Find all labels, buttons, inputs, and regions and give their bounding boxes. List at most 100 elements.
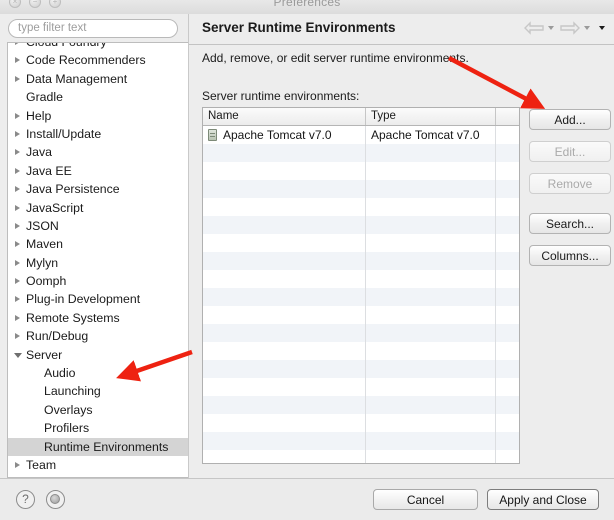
- sidebar-item-install-update[interactable]: Install/Update: [8, 125, 188, 143]
- chevron-right-icon[interactable]: [15, 76, 20, 82]
- cell-type: [366, 270, 496, 288]
- table-header-row: Name Type: [203, 108, 519, 126]
- cell-extra: [496, 414, 519, 432]
- sidebar-item-label: JavaScript: [14, 199, 83, 217]
- dialog-content: Cloud FoundryCode RecommendersData Manag…: [0, 14, 614, 478]
- sidebar-item-mylyn[interactable]: Mylyn: [8, 254, 188, 272]
- chevron-right-icon[interactable]: [15, 186, 20, 192]
- page-description: Add, remove, or edit server runtime envi…: [202, 51, 469, 65]
- sidebar-item-plug-in-development[interactable]: Plug-in Development: [8, 290, 188, 308]
- sidebar-item-help[interactable]: Help: [8, 107, 188, 125]
- back-history-chevron-down-icon[interactable]: [548, 26, 554, 30]
- preferences-tree[interactable]: Cloud FoundryCode RecommendersData Manag…: [7, 42, 188, 478]
- table-row[interactable]: Apache Tomcat v7.0Apache Tomcat v7.0: [203, 126, 519, 144]
- cell-type: [366, 306, 496, 324]
- cell-extra: [496, 324, 519, 342]
- sidebar-item-oomph[interactable]: Oomph: [8, 272, 188, 290]
- apply-and-close-button[interactable]: Apply and Close: [487, 489, 599, 510]
- sidebar-item-javascript[interactable]: JavaScript: [8, 199, 188, 217]
- chevron-right-icon[interactable]: [15, 168, 20, 174]
- chevron-right-icon[interactable]: [15, 223, 20, 229]
- column-header-extra[interactable]: [496, 108, 519, 125]
- sidebar-item-runtime-environments[interactable]: Runtime Environments: [8, 438, 188, 456]
- sidebar-item-profilers[interactable]: Profilers: [8, 419, 188, 437]
- sidebar-item-remote-systems[interactable]: Remote Systems: [8, 309, 188, 327]
- sidebar-item-launching[interactable]: Launching: [8, 382, 188, 400]
- preferences-sidebar: Cloud FoundryCode RecommendersData Manag…: [0, 14, 188, 478]
- chevron-right-icon[interactable]: [15, 260, 20, 266]
- sidebar-item-java-persistence[interactable]: Java Persistence: [8, 180, 188, 198]
- chevron-right-icon[interactable]: [15, 333, 20, 339]
- page-nav-icons: [523, 21, 608, 35]
- sidebar-item-maven[interactable]: Maven: [8, 235, 188, 253]
- sidebar-item-code-recommenders[interactable]: Code Recommenders: [8, 51, 188, 69]
- sidebar-item-label: Install/Update: [14, 125, 101, 143]
- table-empty-row: [203, 270, 519, 288]
- window-titlebar: × − + Preferences: [0, 0, 614, 15]
- sidebar-item-label: Java EE: [14, 162, 72, 180]
- filter-input[interactable]: [8, 19, 178, 38]
- preferences-window: × − + Preferences Cloud FoundryCode Reco…: [0, 0, 614, 520]
- cell-name: [203, 270, 366, 288]
- cell-name: [203, 252, 366, 270]
- sidebar-item-label: Oomph: [14, 272, 66, 290]
- sidebar-item-run-debug[interactable]: Run/Debug: [8, 327, 188, 345]
- table-empty-row: [203, 216, 519, 234]
- settings-icon[interactable]: [46, 490, 65, 509]
- cell-type: [366, 252, 496, 270]
- sidebar-item-team[interactable]: Team: [8, 456, 188, 474]
- columns-button[interactable]: Columns...: [529, 245, 611, 266]
- cell-type: [366, 144, 496, 162]
- column-header-type[interactable]: Type: [366, 108, 496, 125]
- forward-history-chevron-down-icon[interactable]: [584, 26, 590, 30]
- cell-name: [203, 234, 366, 252]
- cell-name: [203, 162, 366, 180]
- chevron-right-icon[interactable]: [15, 131, 20, 137]
- table-action-buttons: Add...Edit...RemoveSearch...Columns...: [529, 109, 611, 266]
- chevron-down-icon[interactable]: [14, 353, 22, 358]
- forward-arrow-icon[interactable]: [559, 21, 581, 35]
- chevron-right-icon[interactable]: [15, 462, 20, 468]
- cancel-button[interactable]: Cancel: [373, 489, 478, 510]
- table-empty-row: [203, 378, 519, 396]
- table-empty-row: [203, 342, 519, 360]
- sidebar-item-json[interactable]: JSON: [8, 217, 188, 235]
- chevron-right-icon[interactable]: [15, 57, 20, 63]
- question-mark-icon[interactable]: ?: [16, 490, 35, 509]
- chevron-right-icon[interactable]: [15, 205, 20, 211]
- add-button[interactable]: Add...: [529, 109, 611, 130]
- page-menu-chevron-down-icon[interactable]: [599, 26, 605, 30]
- sidebar-item-java-ee[interactable]: Java EE: [8, 162, 188, 180]
- search-button[interactable]: Search...: [529, 213, 611, 234]
- chevron-right-icon[interactable]: [15, 113, 20, 119]
- sidebar-item-server[interactable]: Server: [8, 346, 188, 364]
- sidebar-item-cloud-foundry[interactable]: Cloud Foundry: [8, 42, 188, 51]
- cell-type: [366, 288, 496, 306]
- preference-page: Server Runtime Environments Add, remove,…: [188, 14, 614, 478]
- sidebar-item-overlays[interactable]: Overlays: [8, 401, 188, 419]
- preferences-tree-list: Cloud FoundryCode RecommendersData Manag…: [8, 42, 188, 478]
- table-empty-row: [203, 144, 519, 162]
- sidebar-item-label: Audio: [44, 364, 75, 382]
- sidebar-item-gradle[interactable]: Gradle: [8, 88, 188, 106]
- table-empty-row: [203, 252, 519, 270]
- sidebar-item-java[interactable]: Java: [8, 143, 188, 161]
- chevron-right-icon[interactable]: [15, 149, 20, 155]
- sidebar-item-data-management[interactable]: Data Management: [8, 70, 188, 88]
- table-empty-row: [203, 396, 519, 414]
- chevron-right-icon[interactable]: [15, 296, 20, 302]
- sidebar-item-audio[interactable]: Audio: [8, 364, 188, 382]
- table-empty-row: [203, 180, 519, 198]
- cell-type: [366, 180, 496, 198]
- cell-name: [203, 378, 366, 396]
- window-title: Preferences: [0, 0, 614, 9]
- back-arrow-icon[interactable]: [523, 21, 545, 35]
- chevron-right-icon[interactable]: [15, 315, 20, 321]
- chevron-right-icon[interactable]: [15, 278, 20, 284]
- sidebar-item-label: Gradle: [14, 88, 63, 106]
- chevron-right-icon[interactable]: [15, 42, 20, 45]
- chevron-right-icon[interactable]: [15, 241, 20, 247]
- runtime-environments-table[interactable]: Name Type Apache Tomcat v7.0Apache Tomca…: [202, 107, 520, 464]
- column-header-name[interactable]: Name: [203, 108, 366, 125]
- cell-extra: [496, 144, 519, 162]
